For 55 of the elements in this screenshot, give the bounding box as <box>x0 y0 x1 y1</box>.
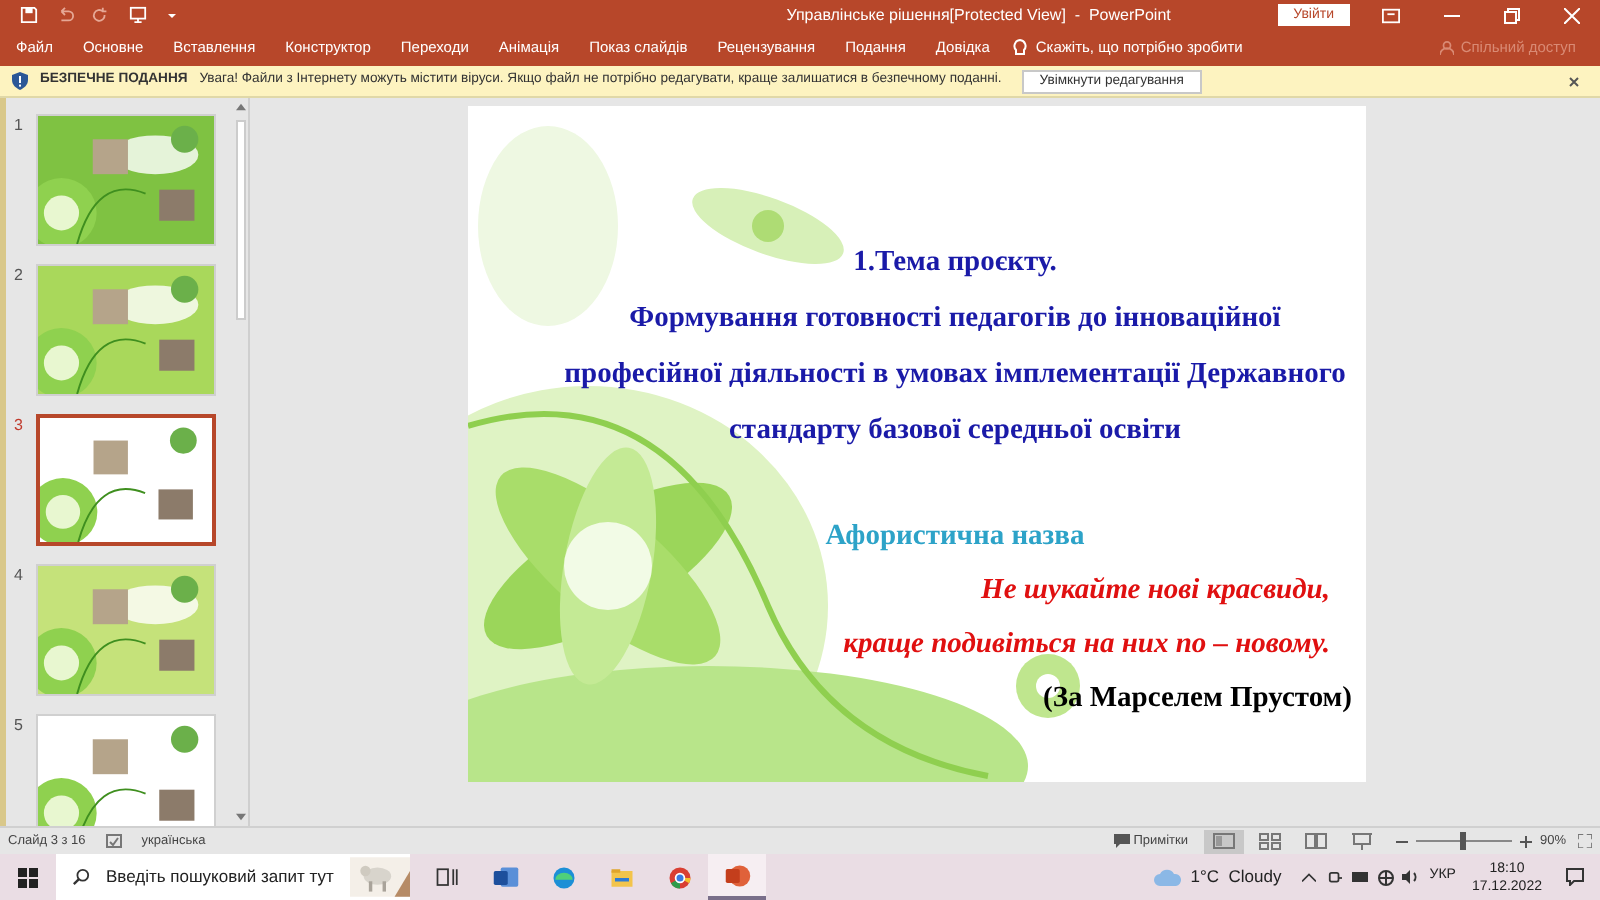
scroll-up-icon[interactable] <box>236 102 246 112</box>
caret-icon[interactable] <box>166 9 178 21</box>
plug-icon <box>1327 869 1342 885</box>
save-icon[interactable] <box>20 6 38 24</box>
explorer-app-icon <box>607 863 635 891</box>
scrollbar-thumb[interactable] <box>236 120 246 320</box>
fit-to-window-icon[interactable] <box>1578 834 1592 848</box>
person-icon <box>1440 40 1455 56</box>
lightbulb-icon <box>1011 38 1028 58</box>
redo-icon[interactable] <box>92 6 110 24</box>
chevron-up-icon[interactable] <box>1301 872 1316 882</box>
word-app-icon <box>491 863 519 891</box>
notification-icon[interactable] <box>1566 868 1584 886</box>
search-icon <box>72 868 90 886</box>
reading-view-icon <box>1303 831 1328 851</box>
shield-icon <box>12 72 28 90</box>
sorter-view-icon <box>1257 831 1282 851</box>
quote-text: Не шукайте нові красвиди, <box>981 572 1332 610</box>
slide-number: 2 <box>12 264 25 288</box>
attribution-text: (За Марселем Прустом) <box>1043 680 1354 718</box>
slide-subheading: Афористична назва <box>825 518 1085 556</box>
ribbon-display-icon[interactable] <box>1382 7 1400 23</box>
slide-heading: 1.Тема проєкту. <box>853 244 1057 282</box>
slide-number: 1 <box>12 114 25 138</box>
chrome-app-icon <box>665 863 693 891</box>
presentation-icon[interactable] <box>128 6 148 24</box>
edge-app-icon <box>549 863 577 891</box>
quote-text: краще подивіться на них по – новому. <box>843 626 1332 664</box>
zoom-slider-thumb[interactable] <box>1460 832 1467 850</box>
view-button[interactable] <box>1203 829 1244 853</box>
windows-start-icon[interactable] <box>18 867 38 887</box>
speaker-icon <box>1401 870 1418 884</box>
cloud-icon <box>1154 868 1183 886</box>
restore-icon[interactable] <box>1504 7 1520 23</box>
normal-view-icon <box>1211 831 1236 851</box>
spelling-check-icon[interactable] <box>105 834 122 848</box>
powerpoint-app-icon <box>723 861 751 889</box>
zoom-out-icon[interactable] <box>1395 835 1408 847</box>
search-field[interactable]: Введіть пошуковий запит тут <box>56 854 410 900</box>
battery-icon <box>1351 872 1368 882</box>
weather-text[interactable]: 1°C Cloudy <box>1190 864 1282 890</box>
slide-number: 5 <box>12 714 25 738</box>
globe-icon <box>1377 869 1394 885</box>
zoom-in-icon[interactable] <box>1519 835 1532 847</box>
slide-number: 3 <box>12 414 25 438</box>
slide-number: 4 <box>12 564 25 588</box>
scroll-down-icon[interactable] <box>236 812 246 822</box>
taskbar-app-button[interactable] <box>708 854 766 900</box>
undo-icon[interactable] <box>56 6 74 24</box>
comment-icon <box>1113 834 1130 848</box>
taskview-app-icon <box>433 863 461 891</box>
slide-body-text: Формування готовності педагогів до інноваційної професійної діяльності в умовах імплементації Державного стандарту базової середньої освіти <box>562 300 1348 450</box>
slideshow-view-icon <box>1349 831 1374 851</box>
window-title: Управлінське рішення[Protected View] - PowerPoint <box>784 3 1173 27</box>
close-icon[interactable] <box>1568 75 1580 87</box>
